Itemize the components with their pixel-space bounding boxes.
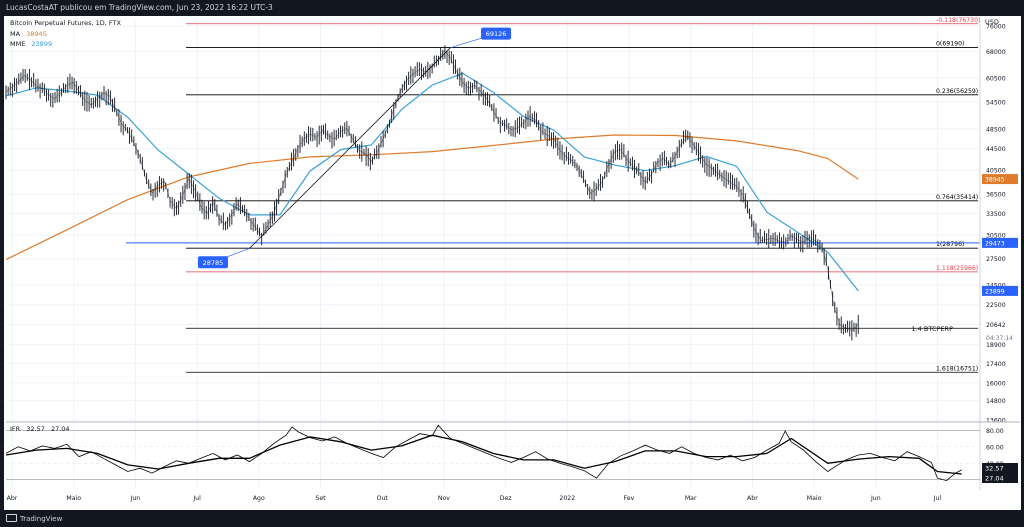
y-tick-label-16: 16000 — [986, 380, 1006, 387]
axis-label-0: 38945 — [985, 177, 1005, 184]
x-tick-label-5: Set — [315, 495, 326, 502]
x-tick-label-0: Abr — [7, 495, 18, 502]
fib-label-4: 1(28796) — [936, 241, 964, 248]
ema-legend-value: 23899 — [31, 40, 52, 48]
x-tick-label-12: Abr — [747, 495, 758, 502]
rsi-series-1 — [5, 434, 962, 475]
rsi-legend: IFR 32.57 27.04 — [10, 425, 70, 433]
y-tick-label-10: 27500 — [986, 256, 1006, 263]
price-axis: 7600068000605005450048500445004050036500… — [979, 20, 1018, 490]
axis-label-2: 23899 — [985, 288, 1005, 295]
x-tick-label-1: Maio — [66, 495, 81, 502]
rsi-current-label-0: 32.57 — [985, 465, 1004, 473]
y-tick-label-17: 14800 — [986, 398, 1006, 405]
fib-levels: -0.118(76730) 0(69190) 0.236(56259) 0.764(3… — [186, 17, 980, 373]
ema-legend: MME 23899 — [10, 40, 52, 48]
fib-label-2: 0.236(56259) — [936, 88, 978, 95]
rsi-legend-title: IFR — [10, 425, 21, 433]
y-tick-label-1: 68000 — [986, 49, 1006, 56]
chart-svg[interactable]: -0.118(76730) 0(69190) 0.236(56259) 0.764(3… — [0, 0, 1024, 527]
y-tick-label-3: 54500 — [986, 100, 1006, 107]
y-tick-label-14: 18900 — [986, 342, 1006, 349]
x-tick-label-9: 2022 — [559, 495, 575, 502]
ma-line — [5, 134, 859, 261]
ma-legend-label: MA — [10, 30, 21, 38]
ma-legend: MA 38945 — [10, 30, 47, 38]
x-tick-label-4: Ago — [253, 495, 265, 502]
rsi-legend-value-2: 27.04 — [51, 425, 70, 433]
tradingview-logo-icon — [6, 514, 17, 522]
ema-legend-label: MME — [10, 40, 25, 48]
countdown-label: 04:37:14 — [986, 335, 1013, 342]
fib-label-0: -0.118(76730) — [936, 17, 980, 24]
fib-label-6: 1.618(16751) — [936, 365, 978, 372]
brand-text: TradingView — [20, 515, 63, 523]
x-tick-label-3: Jul — [192, 495, 201, 502]
symbol-label: 1.4 BTCPERP — [912, 325, 954, 333]
app-frame: LucasCostaAT publicou em TradingView.com… — [0, 0, 1024, 527]
fib-label-5: 1.118(25966) — [936, 265, 978, 272]
rsi-series-0 — [5, 424, 962, 482]
y-tick-label-18: 13600 — [986, 418, 1006, 425]
x-tick-label-13: Maio — [807, 495, 822, 502]
x-tick-label-2: Jun — [130, 495, 141, 502]
tradingview-brand[interactable]: TradingView — [6, 514, 62, 523]
ma-legend-value: 38945 — [26, 30, 47, 38]
x-tick-label-10: Fev — [624, 495, 635, 502]
y-tick-label-6: 40500 — [986, 168, 1006, 175]
rsi-pane: 80.0060.0040.0020.0032.5727.04 — [5, 421, 1020, 484]
currency-label: USD — [985, 18, 999, 26]
x-tick-label-8: Dez — [500, 495, 512, 502]
y-tick-label-5: 44500 — [986, 146, 1006, 153]
x-tick-label-14: Jun — [870, 495, 881, 502]
y-tick-label-4: 48500 — [986, 126, 1006, 133]
axis-label-1: 29473 — [985, 240, 1005, 247]
y-tick-label-8: 33500 — [986, 211, 1006, 218]
annotation-label-1: 28785 — [203, 259, 224, 267]
legend-layer: Bitcoin Perpetual Futures, 1D, FTX MA 38… — [10, 18, 1013, 433]
y-tick-label-2: 60500 — [986, 76, 1006, 83]
moving-average-layer — [5, 134, 859, 261]
y-tick-label-15: 17400 — [986, 361, 1006, 368]
price-series-layer — [5, 45, 859, 341]
fib-label-1: 0(69190) — [936, 40, 964, 47]
rsi-tick-label-1: 60.00 — [986, 444, 1004, 451]
y-tick-label-12: 22500 — [986, 302, 1006, 309]
y-tick-label-7: 36500 — [986, 191, 1006, 198]
x-tick-label-11: Mar — [685, 495, 697, 502]
rsi-tick-label-0: 80.00 — [986, 428, 1004, 435]
chart-title: Bitcoin Perpetual Futures, 1D, FTX — [10, 19, 121, 27]
x-tick-label-7: Nov — [438, 495, 450, 502]
grid-layer — [6, 20, 980, 488]
x-tick-label-6: Out — [377, 495, 389, 502]
close-line — [5, 50, 859, 331]
time-axis: Abr Maio Jun Jul Ago Set Out Nov Dez 2022 Fev Mar Ab… — [7, 495, 942, 502]
annotation-label-0: 69126 — [486, 30, 507, 38]
rsi-legend-value-1: 32.57 — [26, 425, 45, 433]
fib-label-3: 0.764(35414) — [936, 194, 978, 201]
rsi-current-label-1: 27.04 — [985, 475, 1004, 483]
x-tick-label-15: Jul — [933, 495, 942, 502]
y-tick-label-13: 20642 — [986, 322, 1006, 329]
